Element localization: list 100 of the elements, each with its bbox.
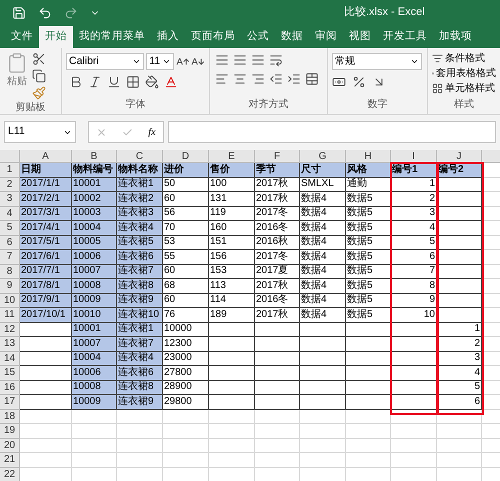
row-number[interactable]: 8 xyxy=(0,264,20,279)
table-cell: 连衣裙6 xyxy=(117,366,163,380)
align-middle-icon[interactable] xyxy=(233,53,247,67)
ribbon-tab[interactable]: 公式 xyxy=(241,26,275,48)
column-header[interactable]: J xyxy=(437,150,482,163)
table-cell: 数据4 xyxy=(300,221,346,236)
list-icon xyxy=(432,53,443,64)
fill-color-icon[interactable] xyxy=(145,75,159,89)
column-header[interactable]: I xyxy=(391,150,437,163)
row-number[interactable]: 22 xyxy=(0,468,20,481)
table-cell: 10001 xyxy=(72,178,117,192)
column-header[interactable]: G xyxy=(300,150,346,163)
font-color-icon[interactable] xyxy=(164,75,178,89)
underline-icon[interactable] xyxy=(107,75,121,89)
italic-icon[interactable] xyxy=(88,75,102,89)
column-header[interactable]: H xyxy=(346,150,391,163)
row-number[interactable]: 15 xyxy=(0,366,20,380)
row-number[interactable]: 19 xyxy=(0,424,20,438)
row-number[interactable]: 17 xyxy=(0,395,20,410)
table-cell: 10009 xyxy=(72,395,117,410)
copy-icon[interactable] xyxy=(32,69,46,83)
bold-icon[interactable] xyxy=(69,75,83,89)
align-left-icon[interactable] xyxy=(215,72,229,86)
ribbon-tab[interactable]: 审阅 xyxy=(309,26,343,48)
table-cell: 连衣裙4 xyxy=(117,221,163,236)
table-cell xyxy=(391,424,437,438)
table-cell xyxy=(20,468,72,481)
style-button[interactable]: 条件格式 xyxy=(432,51,496,66)
table-cell xyxy=(117,424,163,438)
table-cell: 60 xyxy=(163,294,209,308)
undo-icon[interactable] xyxy=(38,6,52,20)
ribbon-tab[interactable]: 视图 xyxy=(343,26,377,48)
row-number[interactable]: 11 xyxy=(0,308,20,322)
ribbon-tab[interactable]: 开始 xyxy=(39,26,73,48)
indent-increase-icon[interactable] xyxy=(287,72,301,86)
align-bottom-icon[interactable] xyxy=(251,53,265,67)
table-cell xyxy=(255,468,300,481)
paste-button[interactable]: 粘贴 xyxy=(6,52,28,100)
column-header[interactable]: C xyxy=(117,150,163,163)
column-header[interactable]: A xyxy=(20,150,72,163)
table-cell: 数据4 xyxy=(300,294,346,308)
table-cell xyxy=(117,410,163,424)
ribbon-tab[interactable]: 文件 xyxy=(5,26,39,48)
align-right-icon[interactable] xyxy=(251,72,265,86)
table-cell xyxy=(346,453,391,468)
window-title: 比较.xlsx - Excel xyxy=(344,5,425,20)
ribbon-tab[interactable]: 插入 xyxy=(151,26,185,48)
row-number[interactable]: 16 xyxy=(0,380,20,395)
indent-decrease-icon[interactable] xyxy=(269,72,283,86)
font-name-field[interactable]: Calibri xyxy=(66,53,144,70)
row-number[interactable]: 3 xyxy=(0,192,20,206)
row-number[interactable]: 21 xyxy=(0,453,20,468)
name-box[interactable]: L11 xyxy=(4,121,76,143)
column-header[interactable]: E xyxy=(209,150,255,163)
row-number[interactable]: 13 xyxy=(0,337,20,352)
function-button[interactable]: fx xyxy=(148,124,156,140)
table-cell: 100 xyxy=(209,178,255,192)
number-format-field[interactable]: 常规 xyxy=(332,53,422,70)
table-cell xyxy=(117,468,163,481)
currency-icon[interactable] xyxy=(332,75,346,89)
style-button[interactable]: 套用表格格式 xyxy=(432,66,496,81)
row-number[interactable]: 9 xyxy=(0,279,20,294)
row-number[interactable]: 6 xyxy=(0,236,20,250)
table-cell: 28900 xyxy=(163,380,209,395)
row-number[interactable]: 7 xyxy=(0,250,20,264)
row-number[interactable]: 4 xyxy=(0,206,20,221)
row-number[interactable]: 5 xyxy=(0,221,20,236)
align-top-icon[interactable] xyxy=(215,53,229,67)
ribbon-tab[interactable]: 数据 xyxy=(275,26,309,48)
ribbon-tab[interactable]: 开发工具 xyxy=(377,26,433,48)
row-number[interactable]: 10 xyxy=(0,294,20,308)
font-size-field[interactable]: 11 xyxy=(146,53,174,70)
ribbon-tab[interactable]: 页面布局 xyxy=(185,26,241,48)
scissors-icon[interactable] xyxy=(32,52,46,66)
table-cell xyxy=(255,438,300,453)
merge-icon[interactable] xyxy=(305,72,319,86)
table-cell xyxy=(391,468,437,481)
save-icon[interactable] xyxy=(12,6,26,20)
align-center-icon[interactable] xyxy=(233,72,247,86)
row-number[interactable]: 18 xyxy=(0,410,20,424)
table-cell: 2017夏 xyxy=(255,264,300,279)
row-number[interactable]: 1 xyxy=(0,163,20,178)
column-header[interactable]: B xyxy=(72,150,117,163)
group-label: 样式 xyxy=(453,98,475,112)
ribbon-tab[interactable]: 我的常用菜单 xyxy=(73,26,151,48)
style-button[interactable]: 单元格样式 xyxy=(432,81,496,96)
column-header[interactable]: D xyxy=(163,150,209,163)
wrap-text-icon[interactable] xyxy=(269,53,283,67)
row-number[interactable]: 2 xyxy=(0,178,20,192)
table-cell xyxy=(163,424,209,438)
table-cell: SMLXL xyxy=(300,178,346,192)
formula-field[interactable] xyxy=(168,121,496,143)
border-icon[interactable] xyxy=(126,75,140,89)
column-header[interactable]: F xyxy=(255,150,300,163)
ribbon-tab[interactable]: 加载项 xyxy=(433,26,478,48)
row-number[interactable]: 12 xyxy=(0,322,20,337)
row-number[interactable]: 20 xyxy=(0,438,20,453)
table-cell xyxy=(346,438,391,453)
percent-icon[interactable] xyxy=(352,75,366,89)
row-number[interactable]: 14 xyxy=(0,352,20,366)
